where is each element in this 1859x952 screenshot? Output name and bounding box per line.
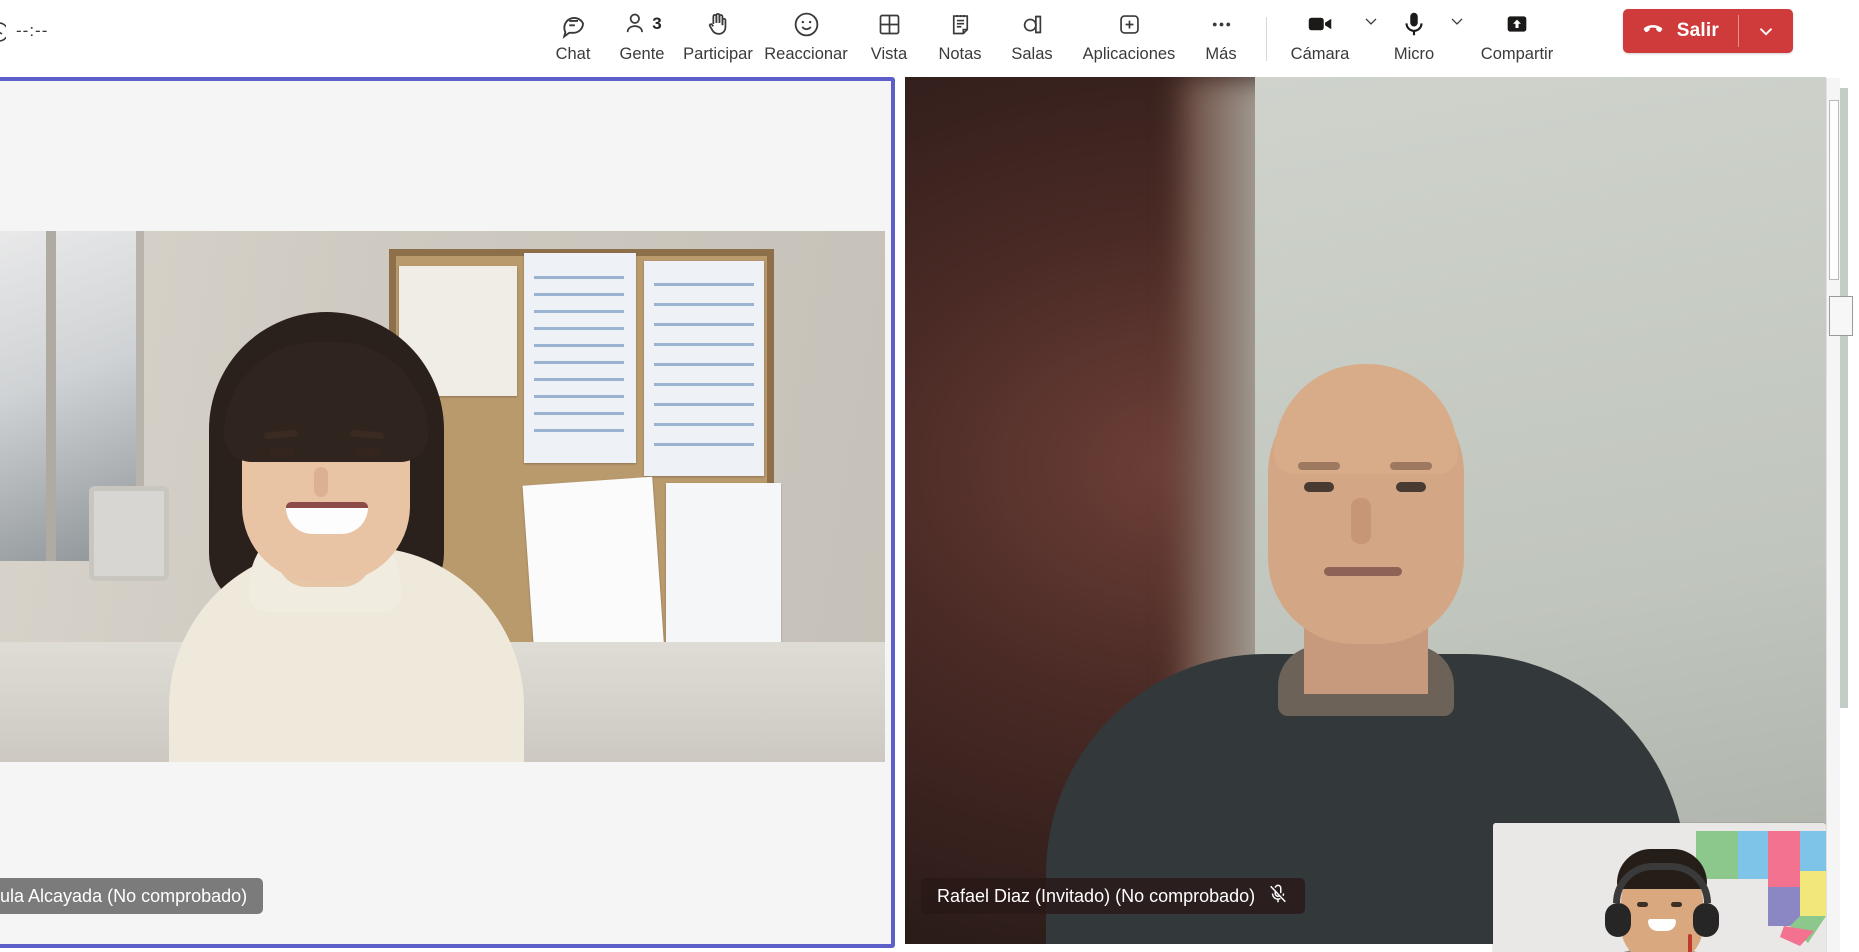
toolbar-label-rooms: Salas (1011, 45, 1053, 63)
toolbar-group-camera: Cámara (1281, 0, 1383, 64)
toolbar-button-raise-hand[interactable]: Participar (678, 0, 758, 64)
toolbar-actions: Chat 3 Gente Participar Reaccionar Vista… (540, 0, 1565, 77)
participant-name-badge-right: Rafael Diaz (Invitado) (No comprobado) (921, 878, 1306, 914)
toolbar-button-chat[interactable]: Chat (540, 0, 606, 64)
toolbar-button-camera[interactable]: Cámara (1281, 0, 1359, 64)
participant-tile-left[interactable]: ula Alcayada (No comprobado) (0, 77, 895, 948)
grid-view-icon (876, 6, 903, 42)
video-camera-icon (1305, 6, 1335, 42)
toolbar-label-more: Más (1205, 45, 1237, 63)
people-count-badge: 3 (652, 14, 662, 33)
toolbar-button-share[interactable]: Compartir (1469, 0, 1565, 64)
toolbar-label-camera: Cámara (1290, 45, 1350, 63)
toolbar-label-notes: Notas (938, 45, 982, 63)
meeting-timer: --:-- (0, 18, 48, 44)
participant-photo-left (0, 231, 885, 762)
leave-meeting-button[interactable]: Salir (1622, 9, 1793, 53)
microphone-icon (1399, 6, 1429, 42)
toolbar-label-react: Reaccionar (764, 45, 848, 63)
toolbar-group-mic: Micro (1383, 0, 1469, 64)
meeting-stage: ula Alcayada (No comprobado) Rafael Diaz… (0, 77, 1826, 952)
toolbar-label-chat: Chat (555, 45, 591, 63)
page-scrollbar-track[interactable] (1826, 78, 1853, 952)
participant-tile-right[interactable]: Rafael Diaz (Invitado) (No comprobado) (905, 77, 1826, 944)
participant-name-right: Rafael Diaz (Invitado) (No comprobado) (937, 885, 1256, 906)
toolbar-button-apps[interactable]: Aplicaciones (1068, 0, 1190, 64)
leave-label: Salir (1676, 20, 1719, 41)
meeting-toolbar: --:-- Chat 3 Gente Participar Reaccionar… (0, 0, 1826, 77)
scrollbar-button[interactable] (1829, 296, 1853, 336)
leave-main[interactable]: Salir (1623, 9, 1738, 53)
toolbar-button-mic[interactable]: Micro (1383, 0, 1445, 64)
share-screen-icon (1503, 6, 1531, 42)
toolbar-label-raise-hand: Participar (683, 45, 753, 63)
toolbar-divider (1266, 16, 1267, 61)
toolbar-label-view: Vista (870, 45, 908, 63)
leave-chevron-down-icon[interactable] (1739, 9, 1793, 53)
hangup-phone-icon (1640, 16, 1666, 47)
toolbar-button-people[interactable]: 3 Gente (606, 0, 678, 64)
toolbar-button-notes[interactable]: Notas (924, 0, 996, 64)
toolbar-label-share: Compartir (1480, 45, 1554, 63)
toolbar-button-rooms[interactable]: Salas (996, 0, 1068, 64)
people-icon: 3 (622, 6, 662, 42)
participant-name-badge-left: ula Alcayada (No comprobado) (0, 878, 264, 914)
timer-text: --:-- (16, 21, 49, 40)
self-view-thumbnail[interactable]: DTI el futuro es hoy (1493, 823, 1826, 952)
camera-chevron-down-icon[interactable] (1359, 0, 1383, 42)
page-scrollbar-thumb[interactable] (1829, 100, 1839, 280)
participant-video-left (0, 81, 891, 944)
smiley-face-icon (792, 6, 821, 42)
mic-chevron-down-icon[interactable] (1445, 0, 1469, 42)
teams-meeting-window: --:-- Chat 3 Gente Participar Reaccionar… (0, 0, 1859, 952)
breakout-rooms-icon (1019, 6, 1046, 42)
toolbar-button-view[interactable]: Vista (854, 0, 924, 64)
toolbar-label-mic: Micro (1393, 45, 1435, 63)
microphone-muted-icon (1267, 883, 1289, 910)
raise-hand-icon (704, 6, 732, 42)
toolbar-button-react[interactable]: Reaccionar (758, 0, 854, 64)
plus-box-icon (1116, 6, 1143, 42)
clock-icon (0, 18, 6, 44)
toolbar-button-more[interactable]: Más (1190, 0, 1252, 64)
toolbar-label-people: Gente (619, 45, 665, 63)
toolbar-label-apps: Aplicaciones (1082, 45, 1176, 63)
participant-name-left: ula Alcayada (No comprobado) (0, 885, 248, 906)
ellipsis-icon (1208, 6, 1235, 42)
chat-bubble-icon (558, 6, 588, 42)
notes-icon (947, 6, 974, 42)
participant-video-right (905, 77, 1826, 944)
